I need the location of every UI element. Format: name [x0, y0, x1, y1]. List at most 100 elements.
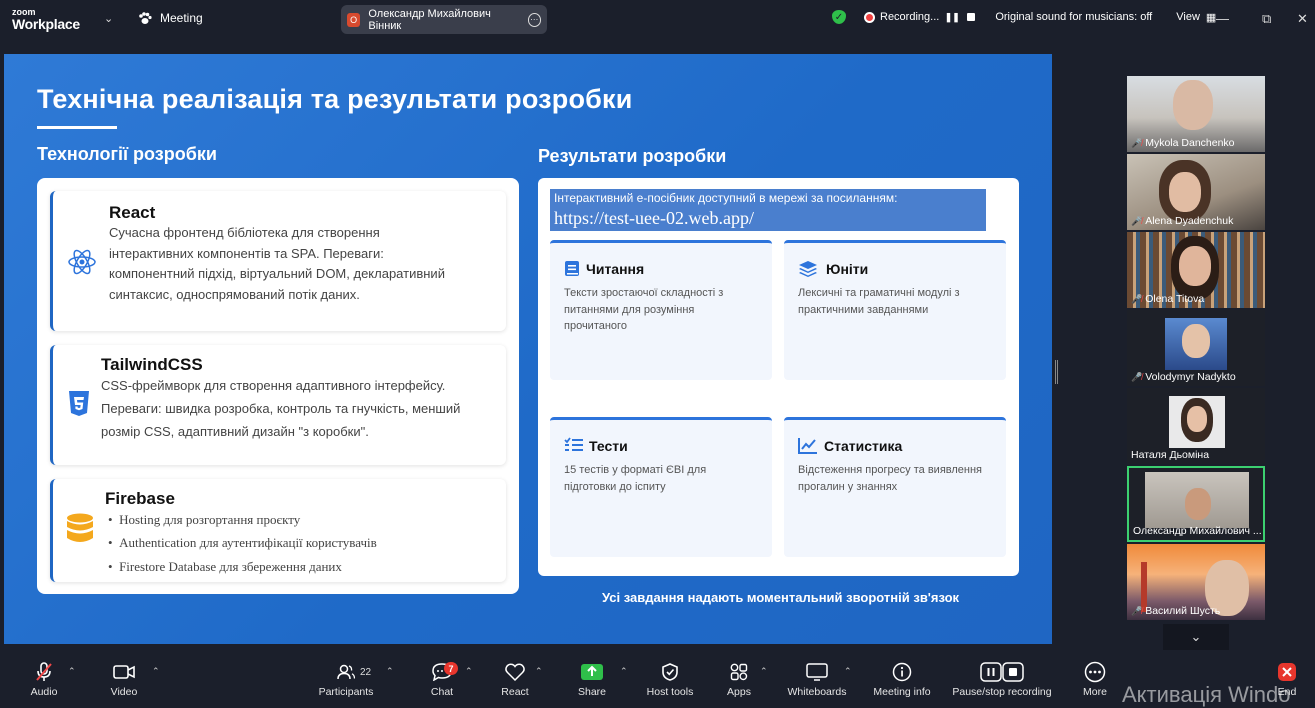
more-label: More: [1083, 686, 1107, 698]
meeting-toolbar: Audio ⌃ Video ⌃ Participants 22 ⌃ Chat 7…: [0, 654, 1315, 704]
mic-muted-icon: [35, 654, 53, 684]
view-button[interactable]: View ▦: [1176, 11, 1216, 24]
participant-face: [1185, 488, 1211, 520]
participant-tile[interactable]: 🎤̸ Mykola Danchenko: [1127, 76, 1265, 152]
meeting-label: Meeting: [160, 11, 203, 25]
participant-face: [1187, 406, 1207, 432]
original-sound-label[interactable]: Original sound for musicians: off: [995, 11, 1152, 23]
title-underline: [37, 126, 117, 129]
recording-status: ✓ Recording... ❚❚ Original sound for mus…: [832, 10, 1216, 24]
grid-view-icon: ▦: [1205, 11, 1217, 24]
apps-button[interactable]: Apps: [724, 654, 754, 704]
tech-name: TailwindCSS: [101, 355, 203, 374]
participant-label: Василий Шусть: [1145, 605, 1221, 617]
react-button[interactable]: React: [500, 654, 530, 704]
paw-icon: [139, 11, 152, 24]
bullet-text: Hosting для розгортання проєкту: [119, 512, 301, 527]
participant-name: Наталя Дьоміна: [1131, 449, 1209, 461]
desc-line: Сучасна фронтенд бібліотека для створенн…: [109, 225, 380, 240]
result-card-statistics: Статистика Відстеження прогресу та виявл…: [784, 417, 1006, 557]
desc-line: розмір CSS, адаптивний дизайн "з коробки…: [101, 424, 369, 439]
tech-name: Firebase: [105, 489, 175, 508]
desc-line: CSS-фреймворк для створення адаптивного …: [101, 378, 446, 393]
participant-tile[interactable]: Наталя Дьоміна: [1127, 388, 1265, 464]
more-button[interactable]: More: [1080, 654, 1110, 704]
participant-face: [1182, 324, 1210, 358]
apps-caret-icon[interactable]: ⌃: [760, 666, 768, 677]
book-icon: [565, 261, 579, 276]
result-title: Тести: [589, 438, 628, 454]
participant-label: Mykola Danchenko: [1145, 137, 1235, 149]
stop-recording-icon[interactable]: [965, 11, 977, 23]
chevron-down-icon[interactable]: ⌄: [104, 12, 113, 25]
zoom-logo[interactable]: zoom Workplace: [12, 6, 80, 31]
result-title: Статистика: [824, 438, 903, 454]
video-label: Video: [110, 686, 138, 698]
whiteboards-button[interactable]: Whiteboards: [786, 654, 848, 704]
tech-card-firebase: Firebase • Hosting для розгортання проєк…: [50, 479, 506, 582]
result-card-reading: Читання Тексти зростаючої складності з п…: [550, 240, 772, 380]
pause-stop-icon: [980, 654, 1024, 684]
audio-label: Audio: [30, 686, 58, 698]
share-caret-icon[interactable]: ⌃: [620, 666, 628, 677]
scroll-down-chevron-icon[interactable]: ⌄: [1163, 624, 1229, 650]
close-icon[interactable]: ✕: [1297, 11, 1308, 27]
minimize-icon[interactable]: —: [1216, 11, 1229, 26]
audio-button[interactable]: Audio: [26, 654, 62, 704]
participant-label: Олександр Михайлович ...: [1133, 525, 1262, 537]
pause-recording-icon[interactable]: ❚❚: [945, 11, 960, 23]
participant-tile[interactable]: 🎤̸ Volodymyr Nadykto: [1127, 310, 1265, 386]
result-description: Лексичні та граматичні модулі з практичн…: [798, 287, 960, 316]
meeting-menu[interactable]: Meeting: [138, 11, 203, 25]
tech-card-tailwind: TailwindCSS CSS-фреймворк для створення …: [50, 345, 506, 465]
participant-tile[interactable]: 🎤̸ Olena Titova: [1127, 232, 1265, 308]
video-options-caret-icon[interactable]: ⌃: [152, 666, 160, 677]
participant-name: 🎤̸ Mykola Danchenko: [1131, 137, 1235, 149]
participant-name: 🎤̸ Alena Dyadenchuk: [1131, 215, 1233, 227]
participant-tile[interactable]: 🎤̸ Василий Шусть: [1127, 544, 1265, 620]
host-tools-button[interactable]: Host tools: [644, 654, 696, 704]
meeting-info-button[interactable]: Meeting info: [870, 654, 934, 704]
participants-button[interactable]: Participants: [316, 654, 376, 704]
active-speaker-name: Олександр Михайлович Вінник: [368, 7, 491, 32]
participants-caret-icon[interactable]: ⌃: [386, 666, 394, 677]
technologies-heading: Технології розробки: [37, 144, 217, 164]
video-camera-icon: [113, 654, 135, 684]
whiteboards-caret-icon[interactable]: ⌃: [844, 666, 852, 677]
result-description: Тексти зростаючої складності з питаннями…: [564, 287, 724, 332]
tech-card-react: React Сучасна фронтенд бібліотека для ст…: [50, 191, 506, 331]
bullet-item: • Hosting для розгортання проєкту: [108, 512, 301, 527]
host-tools-label: Host tools: [646, 686, 694, 698]
shield-check-icon[interactable]: ✓: [832, 10, 846, 24]
tech-description: CSS-фреймворк для створення адаптивного …: [101, 374, 460, 443]
audio-options-caret-icon[interactable]: ⌃: [68, 666, 76, 677]
bullet-item: • Authentication для аутентифікації кори…: [108, 535, 377, 550]
windows-activation-watermark: Активація Windo: [1122, 682, 1291, 707]
participant-tile[interactable]: 🎤̸ Alena Dyadenchuk: [1127, 154, 1265, 230]
pause-stop-recording-button[interactable]: Pause/stop recording: [950, 654, 1054, 704]
more-options-icon[interactable]: ···: [527, 12, 541, 27]
checklist-icon: [564, 437, 583, 451]
apps-label: Apps: [727, 686, 751, 698]
mic-off-icon: 🎤̸: [1131, 605, 1143, 616]
participant-label: Volodymyr Nadykto: [1145, 371, 1236, 383]
result-title: Читання: [586, 261, 645, 277]
desc-line: інтерактивних компонентів та SPA. Перева…: [109, 245, 384, 261]
react-caret-icon[interactable]: ⌃: [535, 666, 543, 677]
bullet-text: Authentication для аутентифікації корист…: [119, 535, 377, 550]
participant-tile-active[interactable]: Олександр Михайлович ...: [1127, 466, 1265, 542]
share-screen-icon: [581, 654, 603, 684]
chat-label: Chat: [430, 686, 454, 698]
view-label: View: [1176, 11, 1200, 23]
video-button[interactable]: Video: [106, 654, 142, 704]
restore-icon[interactable]: ⧉: [1262, 11, 1271, 27]
participant-name: 🎤̸ Василий Шусть: [1131, 605, 1220, 617]
chat-caret-icon[interactable]: ⌃: [465, 666, 473, 677]
result-card-tests: Тести 15 тестів у форматі ЄВІ для підгот…: [550, 417, 772, 557]
participant-face: [1179, 246, 1211, 286]
panel-splitter[interactable]: [1055, 360, 1058, 384]
css3-icon: [69, 391, 89, 416]
site-link[interactable]: https://test-uee-02.web.app/: [554, 208, 754, 229]
share-button[interactable]: Share: [576, 654, 608, 704]
active-speaker-pill[interactable]: O Олександр Михайлович Вінник ···: [341, 5, 547, 34]
